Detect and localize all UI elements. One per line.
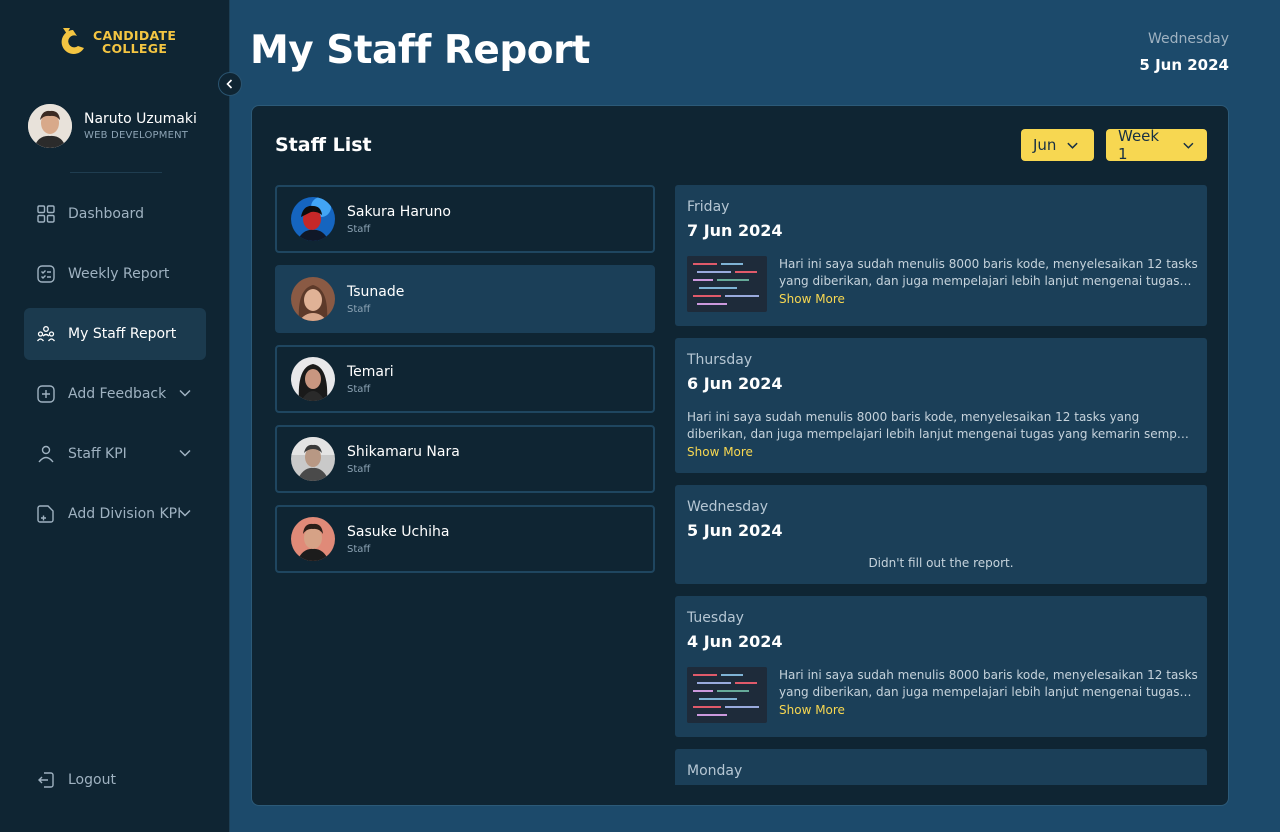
report-image[interactable] [687, 667, 767, 723]
sidebar-collapse-button[interactable] [218, 72, 242, 96]
sidebar-item-add-feedback[interactable]: Add Feedback [24, 368, 206, 420]
profile-role: WEB DEVELOPMENT [84, 130, 189, 141]
report-text: Hari ini saya sudah menulis 8000 baris k… [687, 410, 1189, 441]
month-select[interactable]: Jun [1021, 129, 1094, 161]
week-select-value: Week 1 [1118, 127, 1160, 163]
report-day: Tuesday [687, 610, 744, 626]
chevron-down-icon[interactable] [178, 386, 192, 400]
sidebar-item-label: Dashboard [68, 206, 144, 222]
avatar [291, 197, 335, 241]
current-date: 5 Jun 2024 [1139, 56, 1229, 74]
sidebar-item-weekly-report[interactable]: Weekly Report [24, 248, 206, 300]
show-more-link[interactable]: Show More [779, 703, 1199, 717]
report-day: Monday [687, 763, 743, 779]
brand-logo[interactable]: CANDIDATE COLLEGE [57, 24, 176, 60]
profile-name: Naruto Uzumaki [84, 111, 197, 127]
logout-icon [38, 772, 54, 788]
plus-square-icon [36, 384, 56, 404]
staff-card-sakura-haruno[interactable]: Sakura Haruno Staff [275, 185, 655, 253]
sidebar-item-my-staff-report[interactable]: My Staff Report [24, 308, 206, 360]
avatar [291, 277, 335, 321]
report-text: Hari ini saya sudah menulis 8000 baris k… [779, 257, 1198, 288]
checklist-icon [36, 264, 56, 284]
user-icon [36, 444, 56, 464]
week-select[interactable]: Week 1 [1106, 127, 1207, 163]
staff-role: Staff [347, 303, 371, 315]
report-card-tuesday[interactable]: Tuesday 4 Jun 2024 Hari ini saya sudah m… [675, 596, 1207, 737]
logout-label: Logout [68, 772, 116, 788]
avatar [28, 104, 72, 148]
sidebar-item-label: Staff KPI [68, 446, 127, 462]
chevron-down-icon[interactable] [178, 446, 192, 460]
user-profile[interactable]: Naruto Uzumaki WEB DEVELOPMENT [28, 104, 197, 148]
avatar [291, 517, 335, 561]
report-card-friday[interactable]: Friday 7 Jun 2024 Hari ini saya sudah me… [675, 185, 1207, 326]
show-more-link[interactable]: Show More [687, 445, 1195, 459]
staff-name: Sakura Haruno [347, 203, 451, 220]
team-icon [36, 324, 56, 344]
staff-role: Staff [347, 543, 371, 555]
month-select-value: Jun [1033, 136, 1057, 154]
report-date: 7 Jun 2024 [687, 221, 783, 240]
staff-name: Sasuke Uchiha [347, 523, 450, 540]
report-date: 5 Jun 2024 [687, 521, 783, 540]
staff-name: Tsunade [347, 283, 405, 300]
sidebar-item-dashboard[interactable]: Dashboard [24, 188, 206, 240]
page-title: My Staff Report [250, 28, 590, 73]
sidebar-item-label: Add Division KPI [68, 506, 182, 522]
sidebar-item-label: Add Feedback [68, 386, 167, 402]
grid-icon [36, 204, 56, 224]
chevron-down-icon[interactable] [178, 506, 192, 520]
brand-text: CANDIDATE COLLEGE [93, 29, 176, 55]
report-card-wednesday[interactable]: Wednesday 5 Jun 2024 Didn't fill out the… [675, 485, 1207, 584]
report-card-monday[interactable]: Monday [675, 749, 1207, 785]
chevron-down-icon [1067, 142, 1079, 149]
avatar [291, 437, 335, 481]
report-day: Wednesday [687, 499, 769, 515]
report-date: 4 Jun 2024 [687, 632, 783, 651]
logout-button[interactable]: Logout [36, 770, 116, 790]
avatar [291, 357, 335, 401]
staff-card-temari[interactable]: Temari Staff [275, 345, 655, 413]
staff-card-shikamaru-nara[interactable]: Shikamaru Nara Staff [275, 425, 655, 493]
current-day: Wednesday [1147, 31, 1229, 47]
staff-role: Staff [347, 383, 371, 395]
report-day: Thursday [687, 352, 753, 368]
sidebar-item-label: Weekly Report [68, 266, 170, 282]
report-day: Friday [687, 199, 730, 215]
candidate-college-logo-icon [61, 28, 84, 54]
sidebar-item-label: My Staff Report [68, 326, 177, 342]
staff-list: Sakura Haruno Staff Tsunade Staff Temari… [275, 185, 655, 585]
staff-role: Staff [347, 463, 371, 475]
report-card-thursday[interactable]: Thursday 6 Jun 2024 Hari ini saya sudah … [675, 338, 1207, 473]
report-image[interactable] [687, 256, 767, 312]
sidebar-nav: Dashboard Weekly Report My Staff Report … [24, 188, 206, 548]
staff-name: Temari [347, 363, 394, 380]
sidebar-divider [70, 172, 162, 173]
staff-card-tsunade[interactable]: Tsunade Staff [275, 265, 655, 333]
chevron-left-icon [226, 79, 233, 89]
document-plus-icon [36, 504, 56, 524]
brand-line2: COLLEGE [102, 41, 168, 56]
sidebar: CANDIDATE COLLEGE Naruto Uzumaki WEB DEV… [0, 0, 230, 832]
panel-title: Staff List [275, 134, 372, 156]
staff-card-sasuke-uchiha[interactable]: Sasuke Uchiha Staff [275, 505, 655, 573]
report-empty-message: Didn't fill out the report. [868, 556, 1014, 570]
staff-role: Staff [347, 223, 371, 235]
sidebar-item-staff-kpi[interactable]: Staff KPI [24, 428, 206, 480]
chevron-down-icon [1183, 142, 1194, 149]
sidebar-item-add-division-kpi[interactable]: Add Division KPI [24, 488, 206, 540]
report-date: 6 Jun 2024 [687, 374, 783, 393]
report-text: Hari ini saya sudah menulis 8000 baris k… [779, 668, 1198, 699]
staff-name: Shikamaru Nara [347, 443, 460, 460]
report-list: Friday 7 Jun 2024 Hari ini saya sudah me… [675, 185, 1207, 785]
show-more-link[interactable]: Show More [779, 292, 1199, 306]
staff-report-panel: Staff List Jun Week 1 Sakura Haruno Staf… [251, 105, 1229, 806]
